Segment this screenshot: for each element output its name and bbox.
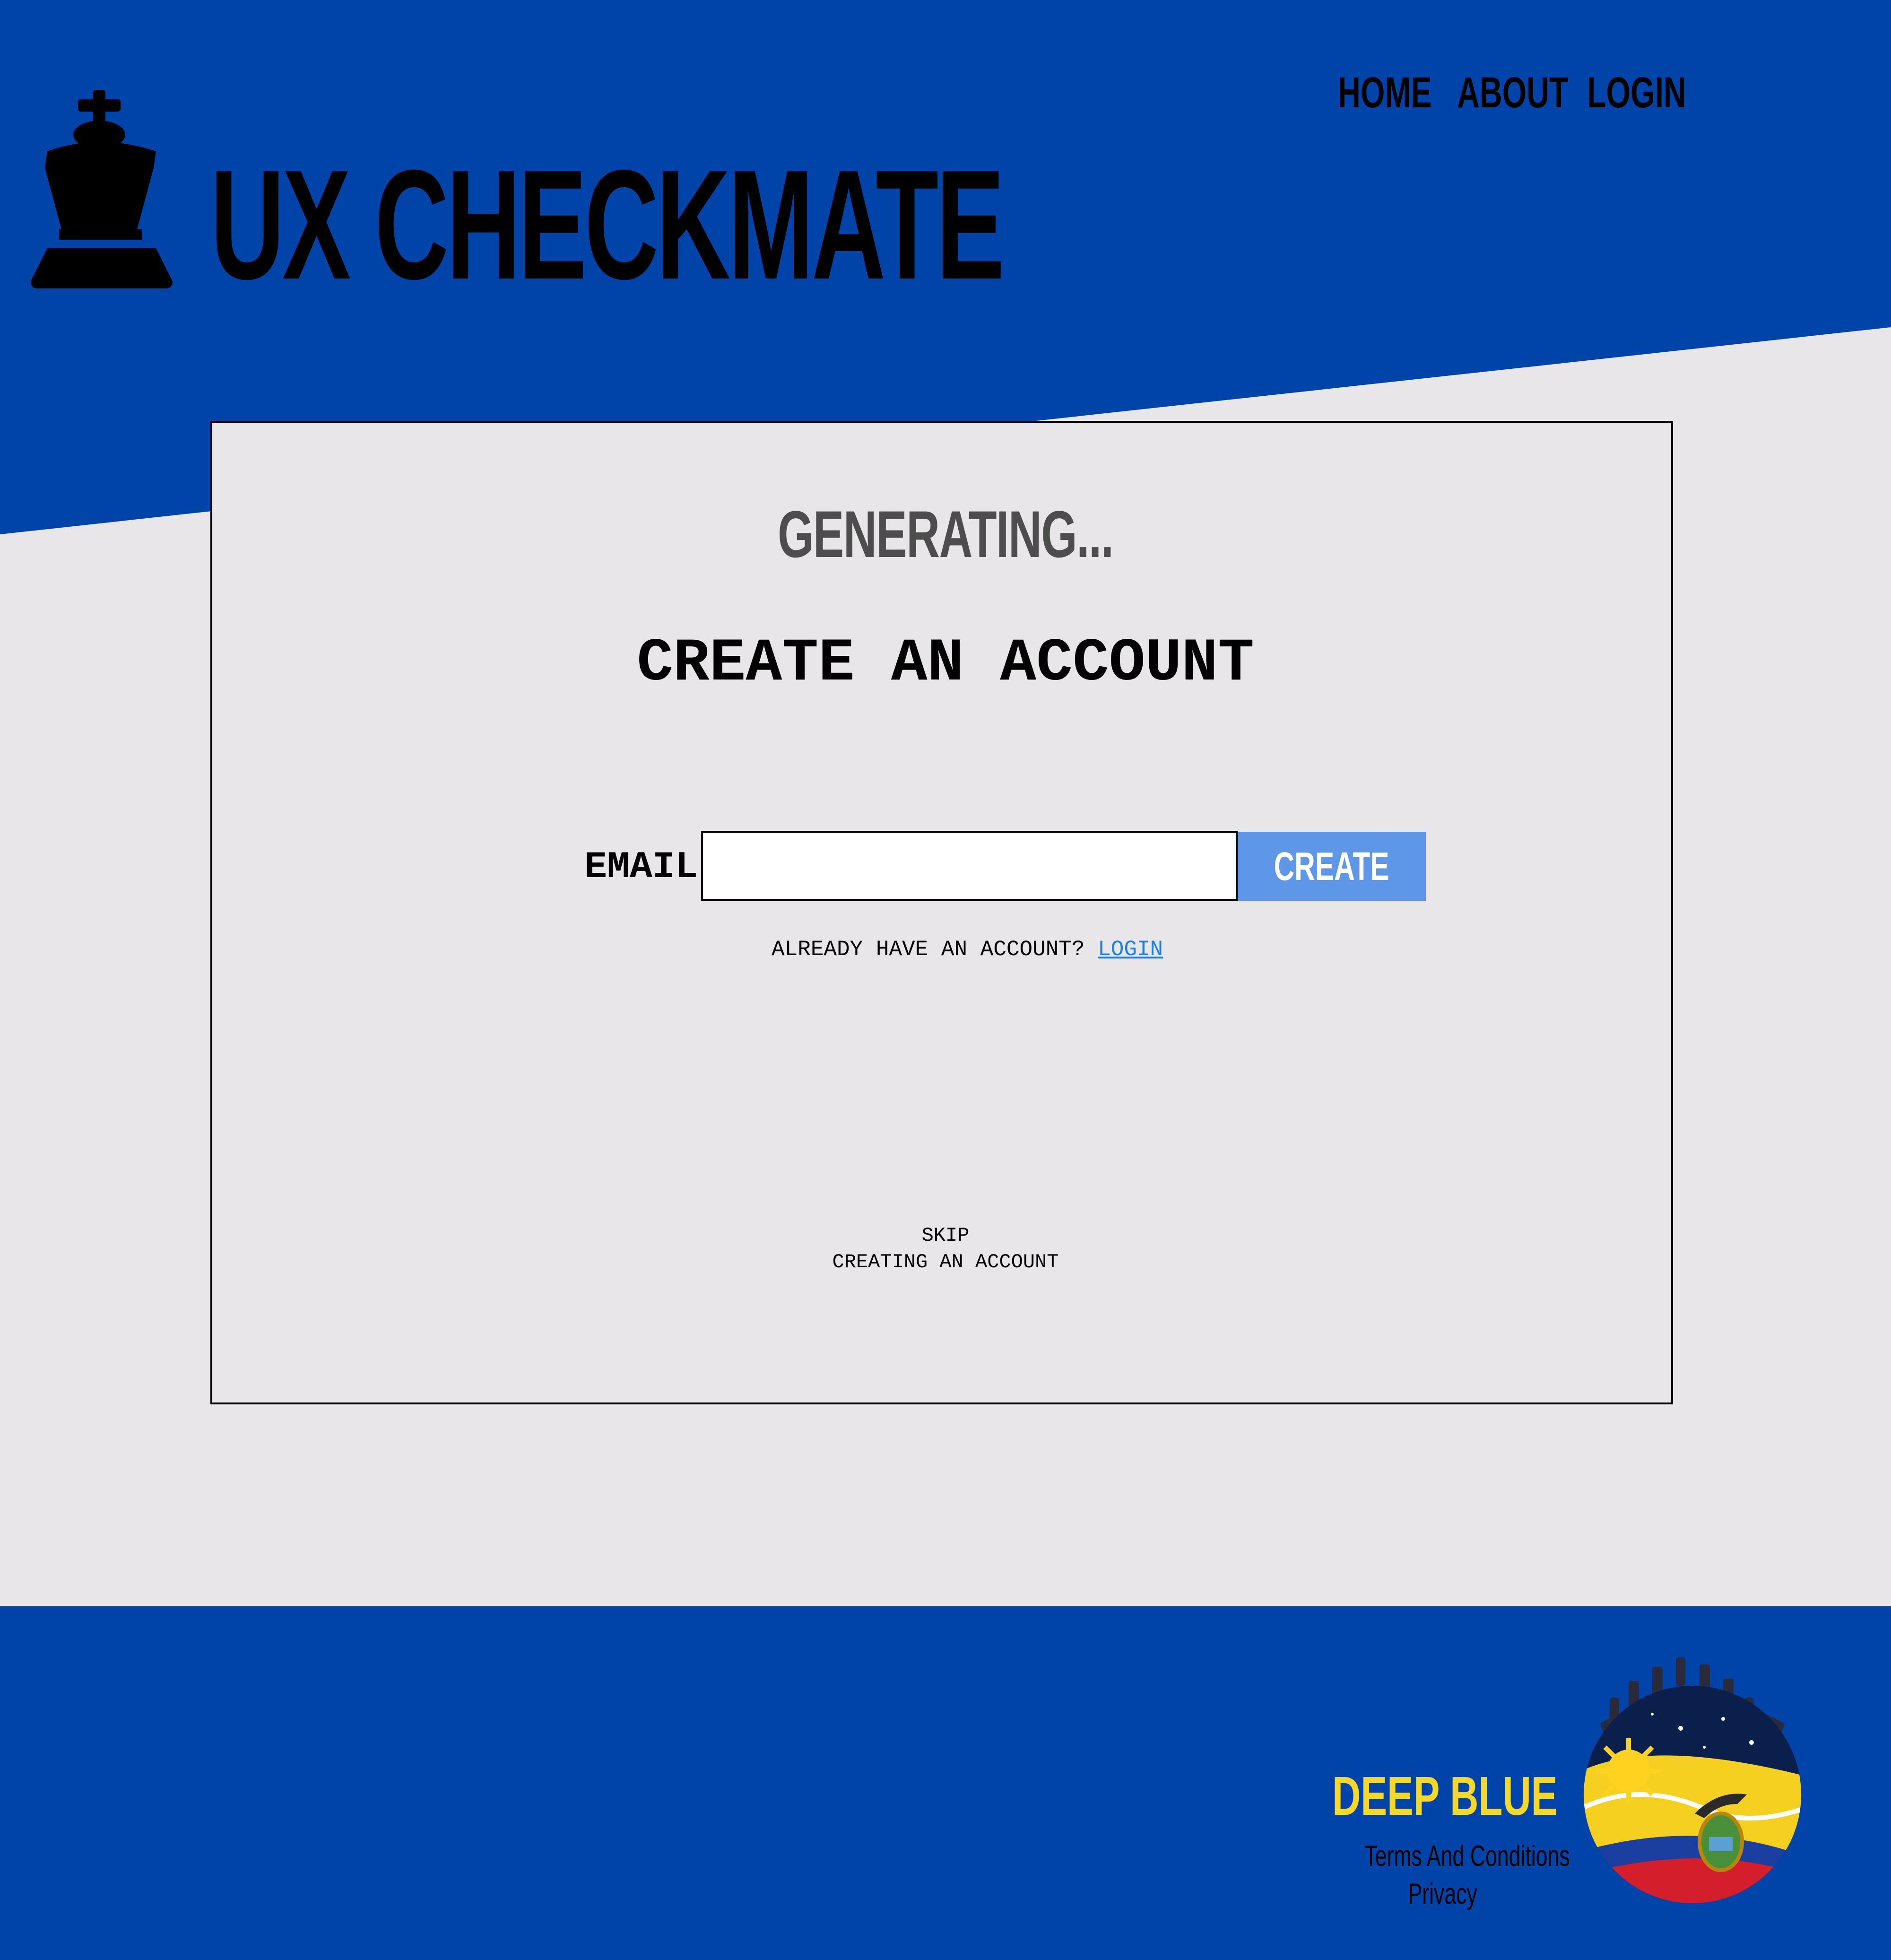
create-button[interactable]: CREATE xyxy=(1238,832,1426,901)
team-emblem-icon xyxy=(1584,1657,1801,1903)
generating-status-text: GENERATING... xyxy=(778,497,1114,571)
already-have-account-text: ALREADY HAVE AN ACCOUNT? xyxy=(772,937,1085,962)
login-link[interactable]: LOGIN xyxy=(1098,937,1163,962)
privacy-link[interactable]: Privacy xyxy=(1325,1880,1561,1909)
create-button-label: CREATE xyxy=(1274,844,1390,889)
skip-account-link[interactable]: SKIP CREATING AN ACCOUNT xyxy=(0,1222,1891,1275)
team-name: DEEP BLUE xyxy=(1332,1765,1558,1827)
skip-line-1: SKIP xyxy=(921,1224,970,1247)
chess-king-icon xyxy=(31,90,173,288)
privacy-link-label: Privacy xyxy=(1408,1878,1478,1910)
nav-login-link[interactable]: LOGIN xyxy=(1587,71,1686,114)
nav-home-link[interactable]: HOME xyxy=(1338,71,1432,114)
email-input[interactable] xyxy=(701,831,1238,901)
brand-title: UX CHECKMATE xyxy=(210,137,1005,312)
terms-link[interactable]: Terms And Conditions xyxy=(1325,1842,1570,1871)
email-label: EMAIL xyxy=(584,846,698,889)
skip-line-2: CREATING AN ACCOUNT xyxy=(832,1251,1059,1273)
terms-link-label: Terms And Conditions xyxy=(1364,1840,1570,1873)
nav-about-link[interactable]: ABOUT xyxy=(1457,71,1568,114)
generating-status: GENERATING... xyxy=(0,501,1891,567)
create-account-heading: CREATE AN ACCOUNT xyxy=(637,629,1254,698)
already-have-account: ALREADY HAVE AN ACCOUNT? LOGIN xyxy=(772,939,1163,960)
